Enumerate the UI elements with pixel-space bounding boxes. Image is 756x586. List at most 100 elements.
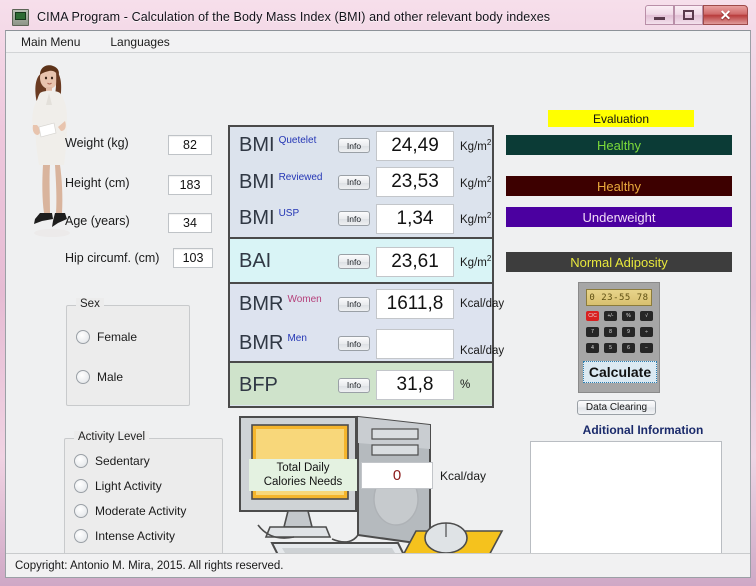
client-area: Main Menu Languages Weight (kg) 82 Heigh… xyxy=(5,30,751,578)
evaluation-bar-bmi-quetelet: Healthy xyxy=(506,135,732,155)
value-bfp: 31,8 xyxy=(376,370,454,400)
info-button-bmr-women[interactable]: Info xyxy=(338,296,370,312)
maximize-button[interactable] xyxy=(674,5,703,25)
unit-bai: Kg/m2 xyxy=(460,254,491,269)
radio-sedentary[interactable]: Sedentary xyxy=(74,454,222,468)
row-bmi-usp: BMI USP Info 1,34 Kg/m2 xyxy=(230,200,492,237)
weight-input[interactable]: 82 xyxy=(168,135,212,155)
menu-item-languages[interactable]: Languages xyxy=(107,33,172,51)
index-sub: USP xyxy=(278,208,300,220)
age-input[interactable]: 34 xyxy=(168,213,212,233)
unit-text: Kg/m xyxy=(460,213,487,226)
row-label-bfp: BFP xyxy=(239,374,278,397)
radio-circle-icon xyxy=(76,330,90,344)
value-bmi-reviewed: 23,53 xyxy=(376,167,454,197)
unit-bmi-reviewed: Kg/m2 xyxy=(460,175,491,190)
info-button-bmr-men[interactable]: Info xyxy=(338,336,370,351)
radio-intense-activity[interactable]: Intense Activity xyxy=(74,529,222,543)
index-name: BMR xyxy=(239,292,284,315)
index-sub: Women xyxy=(287,293,322,305)
calc-key-9[interactable]: 9 xyxy=(622,327,635,337)
radio-moderate-activity[interactable]: Moderate Activity xyxy=(74,504,222,518)
index-sub: Men xyxy=(287,333,307,345)
unit-sup: 2 xyxy=(486,254,492,264)
tdee-label: Total Daily Calories Needs xyxy=(249,459,357,491)
calc-key-percent[interactable]: % xyxy=(622,311,635,321)
calc-key-4[interactable]: 4 xyxy=(586,343,599,353)
radio-light-activity[interactable]: Light Activity xyxy=(74,479,222,493)
info-button-bfp[interactable]: Info xyxy=(338,377,370,393)
activity-group-title: Activity Level xyxy=(74,431,150,443)
row-label-bmr-women: BMR Women xyxy=(239,293,322,316)
close-button[interactable]: ✕ xyxy=(703,5,748,25)
label-weight: Weight (kg) xyxy=(65,136,129,150)
calc-key-6[interactable]: 6 xyxy=(622,343,635,353)
bfp-section: BFP Info 31,8 % xyxy=(230,361,492,405)
row-bmr-women: BMR Women Info 1611,8 Kcal/day xyxy=(230,284,504,324)
index-sub: Quetelet xyxy=(278,135,317,147)
calc-key-plusminus[interactable]: +/- xyxy=(604,311,617,321)
window-controls: ✕ xyxy=(645,5,748,25)
unit-text: % xyxy=(460,379,471,391)
menu-bar: Main Menu Languages xyxy=(6,31,750,53)
calc-key-7[interactable]: 7 xyxy=(586,327,599,337)
title-bar: CIMA Program - Calculation of the Body M… xyxy=(5,4,751,30)
copyright-text: Copyright: Antonio M. Mira, 2015. All ri… xyxy=(15,559,284,572)
row-label-bmi-quetelet: BMI Quetelet xyxy=(239,134,316,157)
unit-bfp: % xyxy=(460,379,470,391)
info-button-bmi-quetelet[interactable]: Info xyxy=(338,138,370,153)
unit-text: Kg/m xyxy=(460,140,487,153)
evaluation-bar-bai: Normal Adiposity xyxy=(506,252,732,272)
value-bmr-women: 1611,8 xyxy=(376,289,454,319)
height-input[interactable]: 183 xyxy=(168,175,212,195)
additional-information-box[interactable] xyxy=(530,441,722,571)
info-button-bmi-usp[interactable]: Info xyxy=(338,211,370,226)
menu-item-main-menu[interactable]: Main Menu xyxy=(18,33,83,51)
value-bmi-usp: 1,34 xyxy=(376,203,454,234)
calc-key-clear[interactable]: C/C xyxy=(586,311,599,321)
radio-circle-icon xyxy=(76,370,90,384)
radio-female[interactable]: Female xyxy=(76,330,189,344)
calc-key-minus[interactable]: − xyxy=(640,343,653,353)
row-label-bmr-men: BMR Men xyxy=(239,332,307,355)
unit-text: Kcal/day xyxy=(460,298,505,310)
radio-moderate-activity-label: Moderate Activity xyxy=(95,504,187,518)
row-bfp: BFP Info 31,8 % xyxy=(230,363,492,407)
radio-circle-icon xyxy=(74,529,88,543)
evaluation-bar-bmi-reviewed: Healthy xyxy=(506,176,732,196)
row-bmi-quetelet: BMI Quetelet Info 24,49 Kg/m2 xyxy=(230,127,492,164)
row-bmi-reviewed: BMI Reviewed Info 23,53 Kg/m2 xyxy=(230,164,492,200)
label-height: Height (cm) xyxy=(65,176,130,190)
window-title: CIMA Program - Calculation of the Body M… xyxy=(37,10,551,24)
info-button-bmi-reviewed[interactable]: Info xyxy=(338,174,370,190)
bmr-section: BMR Women Info 1611,8 Kcal/day BMR Men Inf… xyxy=(230,282,504,361)
value-bmi-quetelet: 24,49 xyxy=(376,130,454,161)
minimize-icon xyxy=(654,16,665,20)
calc-key-5[interactable]: 5 xyxy=(604,343,617,353)
radio-sedentary-label: Sedentary xyxy=(95,454,150,468)
bai-section: BAI Info 23,61 Kg/m2 xyxy=(230,237,492,282)
tdee-unit: Kcal/day xyxy=(440,469,487,483)
unit-sup: 2 xyxy=(486,174,492,184)
index-name: BFP xyxy=(239,373,278,396)
index-name: BMI xyxy=(239,134,275,156)
calculator-icon xyxy=(12,8,29,26)
value-bai: 23,61 xyxy=(376,246,454,277)
calculator-display: 0 23-55 78 xyxy=(586,289,652,306)
radio-male[interactable]: Male xyxy=(76,370,189,384)
minimize-button[interactable] xyxy=(645,5,674,25)
calc-key-divide[interactable]: ÷ xyxy=(640,327,653,337)
calculate-button[interactable]: Calculate xyxy=(583,361,657,383)
calc-key-8[interactable]: 8 xyxy=(604,327,617,337)
calc-key-sqrt[interactable]: √ xyxy=(640,311,653,321)
unit-sup: 2 xyxy=(486,138,492,148)
unit-text: Kcal/day xyxy=(460,344,505,357)
activity-groupbox: Activity Level Sedentary Light Activity … xyxy=(64,431,223,571)
row-label-bmi-usp: BMI USP xyxy=(239,207,299,230)
data-clearing-button[interactable]: Data Clearing xyxy=(577,400,656,415)
info-button-bai[interactable]: Info xyxy=(338,254,370,269)
unit-bmr-women: Kcal/day xyxy=(460,298,504,310)
hip-input[interactable]: 103 xyxy=(173,248,213,268)
tdee-label-line2: Calories Needs xyxy=(263,476,343,488)
row-bai: BAI Info 23,61 Kg/m2 xyxy=(230,239,492,284)
